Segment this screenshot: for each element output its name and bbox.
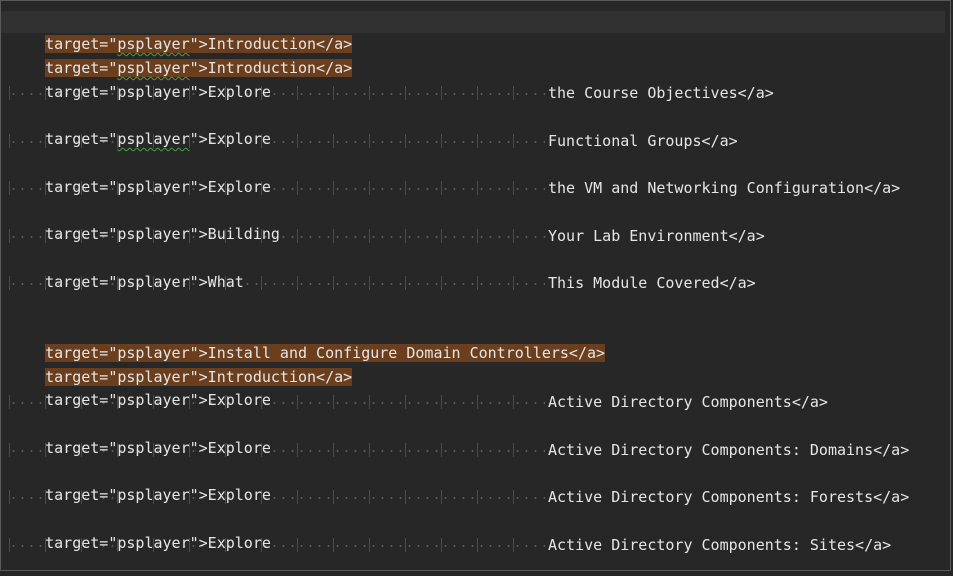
code-line[interactable]: target="psplayer">Explore (9, 154, 271, 196)
code-line[interactable]: target="psplayer">Explore (9, 462, 271, 504)
find-highlight: target="psplayer">Introduction</a> (45, 59, 353, 77)
code-line[interactable]: target="psplayer">Explore (9, 106, 271, 148)
find-highlight: target="psplayer">Install and Configure … (45, 344, 606, 362)
find-highlight: target="psplayer">Introduction</a> (45, 368, 353, 386)
code-line[interactable]: target="psplayer">Building (9, 201, 280, 243)
code-line[interactable]: target="psplayer">Explore (9, 415, 271, 457)
code-editor[interactable]: target="psplayer">Introduction</a> targe… (0, 0, 951, 571)
spellcheck-word[interactable]: psplayer (117, 130, 189, 148)
spellcheck-word[interactable]: psplayer (117, 59, 189, 77)
code-line[interactable]: target="psplayer">Explore (9, 510, 271, 552)
find-highlight: target="psplayer">Introduction</a> (45, 35, 353, 53)
code-line[interactable]: target="psplayer">Introduction</a> (0, 11, 946, 53)
code-line[interactable]: target="psplayer">What (9, 249, 244, 291)
code-line[interactable]: target="psplayer">Install and Configure … (9, 320, 606, 362)
spellcheck-word[interactable]: psplayer (117, 35, 189, 53)
